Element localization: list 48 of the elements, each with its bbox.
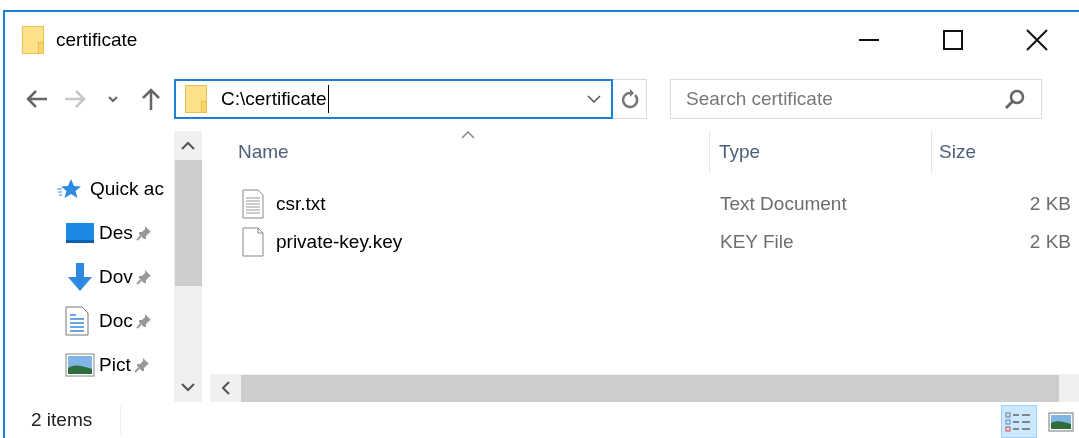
sidebar-item[interactable]: Quick ac: [90, 174, 164, 204]
file-type: Text Document: [720, 192, 847, 214]
column-header[interactable]: Name: [238, 137, 289, 167]
picture-icon: [65, 353, 95, 377]
pin-icon[interactable]: [135, 269, 152, 285]
text-file-icon: [242, 189, 264, 219]
file-type: KEY File: [720, 230, 794, 252]
vertical-scrollbar[interactable]: [174, 131, 202, 402]
chevron-down-icon[interactable]: [107, 95, 119, 103]
back-arrow-icon[interactable]: [25, 89, 49, 109]
minimize-icon: [859, 39, 879, 41]
pin-icon[interactable]: [133, 357, 150, 373]
document-icon: [65, 306, 89, 336]
column-header[interactable]: Size: [939, 137, 976, 167]
details-view-button[interactable]: [1001, 405, 1037, 438]
search-icon[interactable]: [1004, 88, 1026, 110]
pin-icon[interactable]: [135, 225, 152, 241]
blank-file-icon: [242, 227, 264, 257]
monitor-icon: [65, 222, 95, 244]
close-icon: [1026, 29, 1048, 51]
file-size: 2 KB: [1029, 191, 1071, 216]
sidebar-item[interactable]: Dov: [99, 262, 133, 292]
search-box[interactable]: Search certificate: [670, 79, 1042, 119]
scroll-down-icon[interactable]: [181, 383, 195, 392]
column-header[interactable]: Type: [719, 137, 761, 167]
up-arrow-icon[interactable]: [140, 87, 162, 111]
file-name[interactable]: private-key.key: [276, 227, 403, 257]
address-bar[interactable]: C:\certificate: [174, 79, 613, 119]
scroll-thumb[interactable]: [174, 160, 202, 286]
file-name[interactable]: csr.txt: [276, 189, 326, 219]
search-field[interactable]: Search certificate: [686, 84, 1004, 114]
window-title: certificate: [56, 27, 138, 52]
address-path: C:\certificate: [221, 84, 329, 114]
chevron-down-icon[interactable]: [586, 94, 602, 104]
scroll-up-icon[interactable]: [181, 141, 195, 150]
maximize-icon: [943, 30, 963, 50]
refresh-icon: [620, 89, 639, 109]
file-size: 2 KB: [1029, 229, 1071, 254]
item-count: 2 items: [31, 405, 122, 435]
pin-icon[interactable]: [135, 313, 152, 329]
sidebar-item[interactable]: Pict: [99, 350, 131, 380]
sidebar-item[interactable]: Des: [99, 218, 133, 248]
sidebar-item[interactable]: Doc: [99, 306, 133, 336]
folder-icon: [185, 85, 207, 113]
refresh-button[interactable]: [613, 79, 647, 119]
scroll-left-icon[interactable]: [221, 381, 230, 395]
down-arrow-icon: [65, 262, 95, 292]
folder-icon: [22, 26, 44, 54]
